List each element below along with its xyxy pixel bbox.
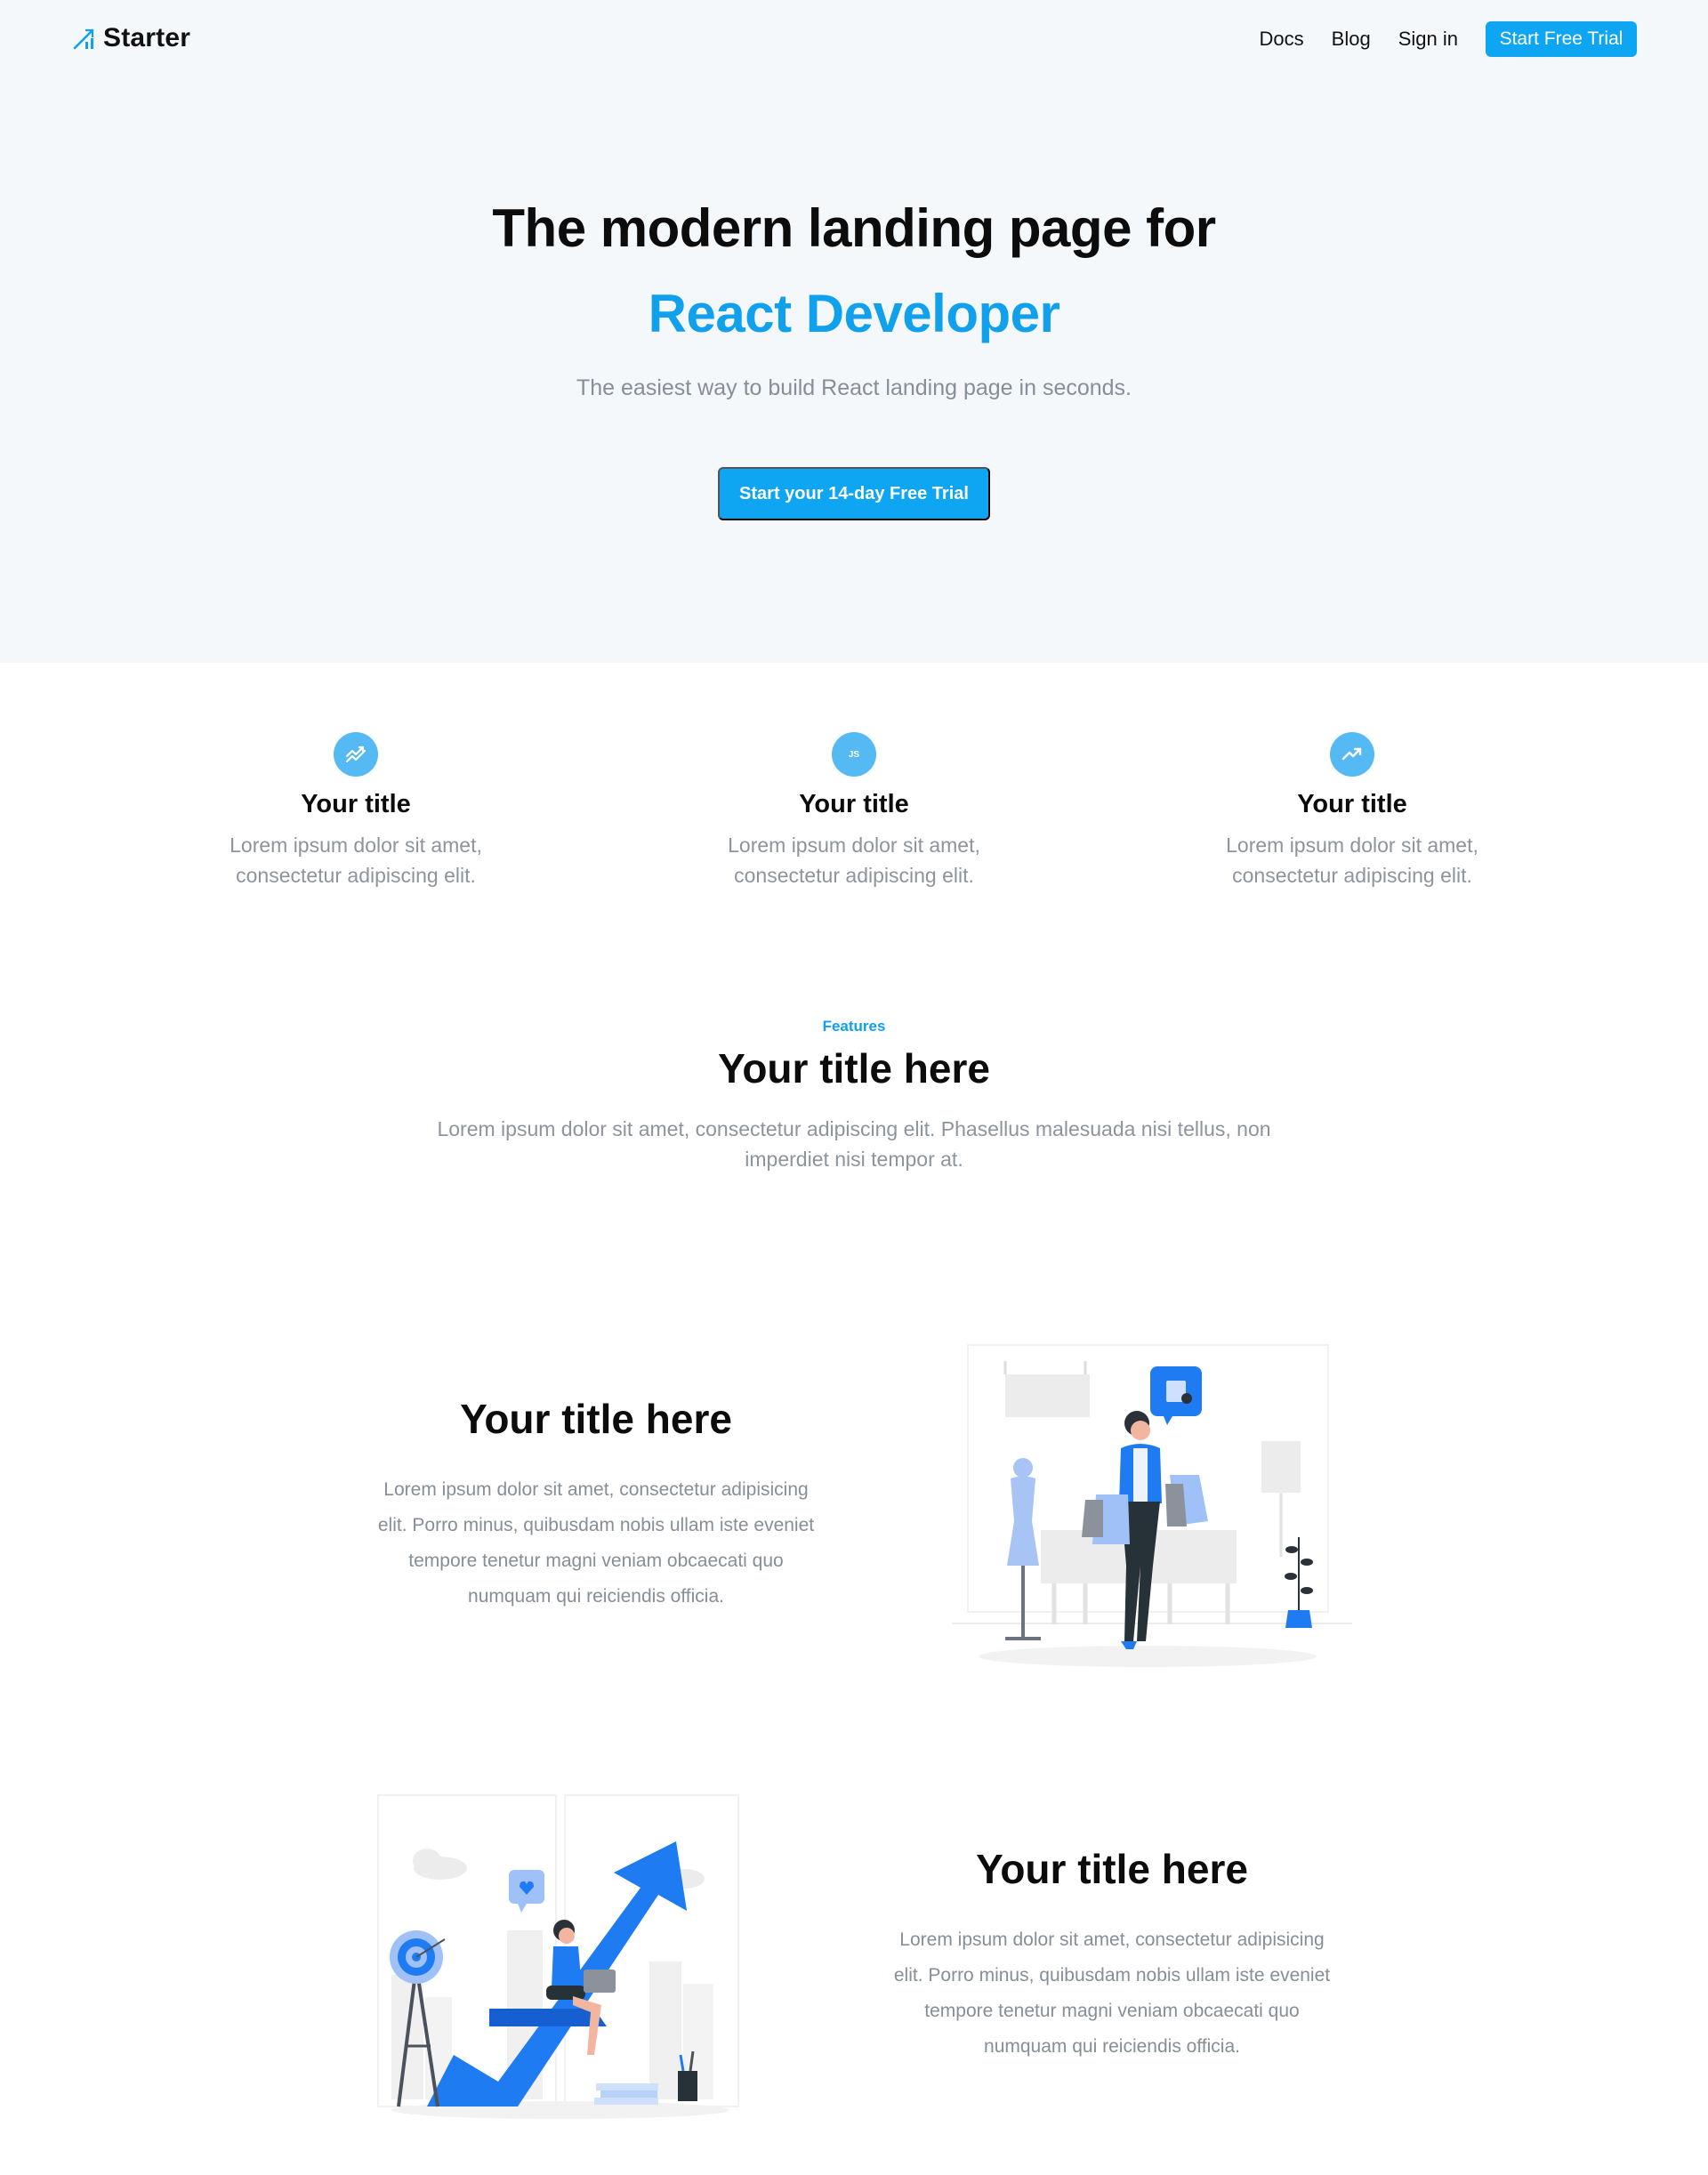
double-trend-icon <box>334 732 378 777</box>
feature-description: Lorem ipsum dolor sit amet, consectetur … <box>640 830 1068 890</box>
start-free-trial-button[interactable]: Start Free Trial <box>1486 21 1637 57</box>
feature-desc-line: consectetur adipiscing elit. <box>236 864 476 887</box>
feature-card: JS Your title Lorem ipsum dolor sit amet… <box>640 732 1068 890</box>
growth-arrow-illustration <box>377 1794 739 2119</box>
logo[interactable]: Starter <box>73 23 190 53</box>
nav-link-docs[interactable]: Docs <box>1260 28 1304 51</box>
feature-title: Your title <box>301 790 411 818</box>
top-nav: Starter Docs Blog Sign in Start Free Tri… <box>0 0 1708 80</box>
feature-desc-line: consectetur adipiscing elit. <box>1232 864 1472 887</box>
hero-title-highlight: React Developer <box>648 284 1060 343</box>
row-title: Your title here <box>976 1846 1248 1892</box>
feature-description: Lorem ipsum dolor sit amet, consectetur … <box>142 830 569 890</box>
feature-title: Your title <box>1297 790 1407 818</box>
section-description: Lorem ipsum dolor sit amet, consectetur … <box>391 1114 1317 1174</box>
trending-up-icon <box>1330 732 1374 777</box>
content-row-text: Your title here Lorem ipsum dolor sit am… <box>329 1395 863 1615</box>
section-desc-line: imperdiet nisi tempor at. <box>745 1148 963 1171</box>
row-desc-line: numquam qui reiciendis officia. <box>984 2036 1240 2057</box>
feature-title: Your title <box>799 790 909 818</box>
hero-title: The modern landing page for <box>492 198 1216 258</box>
section-label: Features <box>822 1018 886 1035</box>
feature-desc-line: Lorem ipsum dolor sit amet, <box>728 834 980 857</box>
row-desc-line: Lorem ipsum dolor sit amet, consectetur … <box>383 1479 809 1500</box>
section-title: Your title here <box>718 1045 990 1092</box>
nav-link-blog[interactable]: Blog <box>1332 28 1371 51</box>
feature-card: Your title Lorem ipsum dolor sit amet, c… <box>142 732 569 890</box>
js-icon-label: JS <box>848 749 860 760</box>
feature-desc-line: Lorem ipsum dolor sit amet, <box>230 834 482 857</box>
row-desc-line: elit. Porro minus, quibusdam nobis ullam… <box>893 1965 1331 1986</box>
feature-description: Lorem ipsum dolor sit amet, consectetur … <box>1139 830 1566 890</box>
feature-card: Your title Lorem ipsum dolor sit amet, c… <box>1139 732 1566 890</box>
feature-desc-line: consectetur adipiscing elit. <box>734 864 974 887</box>
shopping-woman-illustration <box>952 1344 1352 1667</box>
row-desc-line: elit. Porro minus, quibusdam nobis ullam… <box>377 1515 815 1535</box>
nav-links: Docs Blog Sign in Start Free Trial <box>1260 21 1637 57</box>
row-desc-line: tempore tenetur magni veniam obcaecati q… <box>924 2001 1300 2021</box>
content-row-text: Your title here Lorem ipsum dolor sit am… <box>845 1845 1379 2065</box>
nav-link-sign-in[interactable]: Sign in <box>1398 28 1458 51</box>
row-description: Lorem ipsum dolor sit amet, consectetur … <box>329 1472 863 1615</box>
bar-chart-icon <box>73 28 94 50</box>
section-desc-line: Lorem ipsum dolor sit amet, consectetur … <box>437 1117 1271 1140</box>
feature-desc-line: Lorem ipsum dolor sit amet, <box>1226 834 1478 857</box>
row-desc-line: numquam qui reiciendis officia. <box>468 1586 724 1607</box>
row-description: Lorem ipsum dolor sit amet, consectetur … <box>845 1922 1379 2065</box>
hero-section: Starter Docs Blog Sign in Start Free Tri… <box>0 0 1708 663</box>
hero-subtitle: The easiest way to build React landing p… <box>576 375 1132 400</box>
row-title: Your title here <box>460 1396 732 1442</box>
js-icon: JS <box>832 732 876 777</box>
row-desc-line: tempore tenetur magni veniam obcaecati q… <box>408 1551 784 1571</box>
row-desc-line: Lorem ipsum dolor sit amet, consectetur … <box>899 1929 1325 1950</box>
hero-trial-button[interactable]: Start your 14-day Free Trial <box>718 467 990 520</box>
brand-name: Starter <box>103 23 191 52</box>
